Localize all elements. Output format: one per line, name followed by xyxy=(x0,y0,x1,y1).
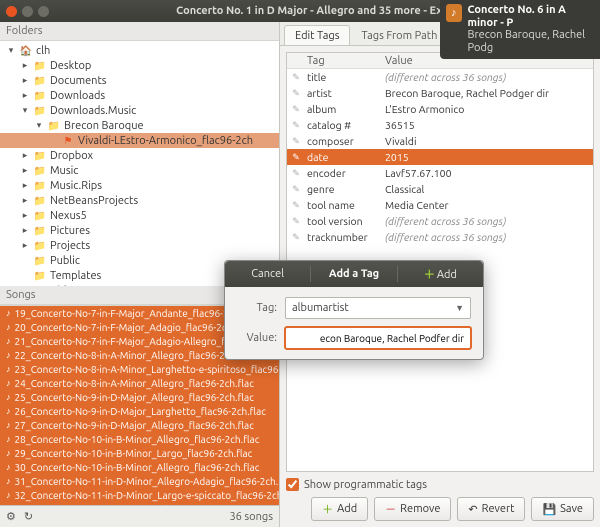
folders-header: Folders xyxy=(0,22,279,41)
minimize-icon[interactable] xyxy=(22,6,33,17)
song-count: 36 songs xyxy=(229,511,273,523)
tag-row-date[interactable]: date2015 xyxy=(287,149,593,165)
tag-row-album[interactable]: albumL'Estro Armonico xyxy=(287,101,593,117)
tag-row-tool-version[interactable]: tool version(different across 36 songs) xyxy=(287,213,593,229)
dialog-title: Add a Tag xyxy=(311,264,396,284)
song-item[interactable]: 31_Concerto-No-11-in-D-Minor_Allegro-Ada… xyxy=(0,474,279,488)
folder-clh[interactable]: ▾clh xyxy=(0,43,279,58)
refresh-icon[interactable] xyxy=(24,510,33,523)
folder-vivaldi-lestro-armonico-flac96-2ch[interactable]: Vivaldi-LEstro-Armonico_flac96-2ch xyxy=(0,133,279,148)
folder-projects[interactable]: ▸Projects xyxy=(0,238,279,253)
notification-title: Concerto No. 6 in A minor - P xyxy=(468,4,566,29)
notification-icon: ♪ xyxy=(446,4,462,22)
tab-tags-from-path[interactable]: Tags From Path xyxy=(350,25,448,45)
song-item[interactable]: 23_Concerto-No-8-in-A-Minor_Larghetto-e-… xyxy=(0,362,279,376)
add-button[interactable]: ＋Add xyxy=(311,497,368,521)
tag-row-tracknumber[interactable]: tracknumber(different across 36 songs) xyxy=(287,229,593,245)
dialog-value-label: Value: xyxy=(237,332,277,344)
chevron-down-icon: ▼ xyxy=(455,303,464,313)
folder-pictures[interactable]: ▸Pictures xyxy=(0,223,279,238)
dialog-tag-combo[interactable]: albumartist ▼ xyxy=(285,297,471,319)
song-item[interactable]: 25_Concerto-No-9-in-D-Major_Allegro_flac… xyxy=(0,390,279,404)
song-item[interactable]: 29_Concerto-No-10-in-B-Minor_Largo_flac9… xyxy=(0,446,279,460)
folder-tree[interactable]: ▾clh▸Desktop▸Documents▸Downloads▾Downloa… xyxy=(0,41,279,286)
col-tag[interactable]: Tag xyxy=(305,55,383,67)
dialog-tag-label: Tag: xyxy=(237,302,277,314)
folder-downloads-music[interactable]: ▾Downloads.Music xyxy=(0,103,279,118)
song-item[interactable]: 30_Concerto-No-10-in-B-Minor_Allegro_fla… xyxy=(0,460,279,474)
show-programmatic-input[interactable] xyxy=(286,478,299,491)
dialog-tag-value: albumartist xyxy=(292,302,349,314)
tag-row-artist[interactable]: artistBrecon Baroque, Rachel Podger dir xyxy=(287,85,593,101)
folder-documents[interactable]: ▸Documents xyxy=(0,73,279,88)
tag-row-composer[interactable]: composerVivaldi xyxy=(287,133,593,149)
tag-row-encoder[interactable]: encoderLavf57.67.100 xyxy=(287,165,593,181)
gear-icon[interactable] xyxy=(6,510,16,523)
folder-nexus5[interactable]: ▸Nexus5 xyxy=(0,208,279,223)
dialog-cancel-button[interactable]: Cancel xyxy=(225,264,310,284)
folder-netbeansprojects[interactable]: ▸NetBeansProjects xyxy=(0,193,279,208)
tag-row-title[interactable]: title(different across 36 songs) xyxy=(287,69,593,85)
remove-button[interactable]: －Remove xyxy=(374,497,451,521)
notification-toast: ♪ Concerto No. 6 in A minor - P Brecon B… xyxy=(440,0,600,59)
add-tag-dialog: Cancel Add a Tag ＋Add Tag: albumartist ▼… xyxy=(224,260,484,360)
folder-desktop[interactable]: ▸Desktop xyxy=(0,58,279,73)
tag-row-tool-name[interactable]: tool nameMedia Center xyxy=(287,197,593,213)
save-button[interactable]: 💾Save xyxy=(531,497,594,521)
song-item[interactable]: 27_Concerto-No-9-in-D-Major_Allegro_flac… xyxy=(0,418,279,432)
folder-brecon-baroque[interactable]: ▾Brecon Baroque xyxy=(0,118,279,133)
maximize-icon[interactable] xyxy=(38,6,49,17)
song-item[interactable]: 28_Concerto-No-10-in-B-Minor_Allegro_fla… xyxy=(0,432,279,446)
close-icon[interactable] xyxy=(6,6,17,17)
status-bar: 36 songs xyxy=(0,505,279,527)
folder-dropbox[interactable]: ▸Dropbox xyxy=(0,148,279,163)
notification-subtitle: Brecon Baroque, Rachel Podg xyxy=(468,29,586,54)
tab-edit-tags[interactable]: Edit Tags xyxy=(284,25,350,45)
song-item[interactable]: 24_Concerto-No-8-in-A-Minor_Allegro_flac… xyxy=(0,376,279,390)
tag-row-genre[interactable]: genreClassical xyxy=(287,181,593,197)
revert-button[interactable]: ↶Revert xyxy=(457,497,525,521)
folder-downloads[interactable]: ▸Downloads xyxy=(0,88,279,103)
tag-row-catalog-[interactable]: catalog #36515 xyxy=(287,117,593,133)
folder-music-rips[interactable]: ▸Music.Rips xyxy=(0,178,279,193)
song-item[interactable]: 32_Concerto-No-11-in-D-Minor_Largo-e-spi… xyxy=(0,488,279,502)
song-item[interactable]: 26_Concerto-No-9-in-D-Major_Larghetto_fl… xyxy=(0,404,279,418)
folder-music[interactable]: ▸Music xyxy=(0,163,279,178)
dialog-value-input[interactable] xyxy=(285,327,471,349)
show-programmatic-checkbox[interactable]: Show programmatic tags xyxy=(286,478,594,491)
dialog-add-button[interactable]: ＋Add xyxy=(398,262,483,286)
